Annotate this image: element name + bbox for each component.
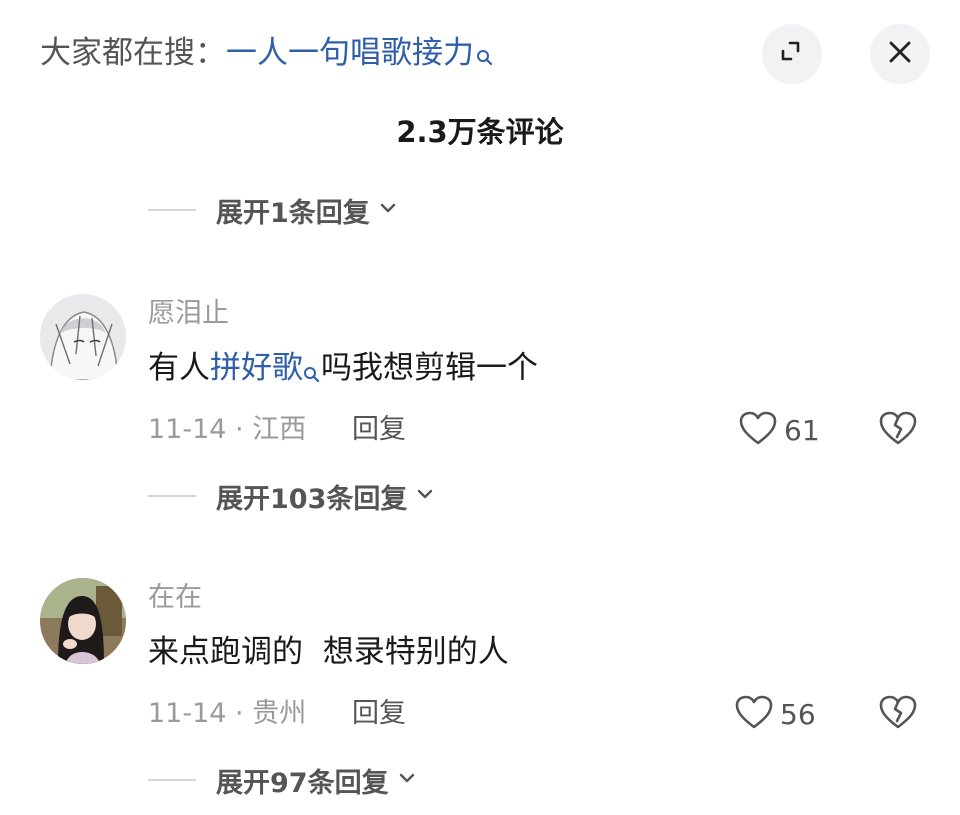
search-suggestion-query[interactable]: 一人一句唱歌接力 — [226, 35, 474, 71]
chevron-down-icon — [415, 484, 435, 508]
like-button[interactable]: 56 — [734, 692, 816, 736]
dislike-button[interactable] — [876, 408, 920, 452]
search-icon — [476, 34, 494, 80]
comment-username[interactable]: 在在 — [148, 578, 202, 618]
expand-button[interactable] — [762, 24, 822, 84]
comment-date-location: 11-14 · 江西 — [148, 414, 307, 445]
comment-item: 在在 来点跑调的 想录特别的人 11-14 · 贵州 回复 56 — [0, 578, 960, 758]
divider-line — [148, 209, 196, 211]
comment-text: 来点跑调的 想录特别的人 — [148, 634, 509, 670]
expand-replies-label: 展开97条回复 — [216, 767, 389, 799]
avatar[interactable] — [40, 578, 126, 664]
divider-line — [148, 495, 196, 497]
expand-replies-button[interactable]: 展开1条回复 — [148, 190, 398, 230]
dislike-button[interactable] — [876, 692, 920, 736]
reply-button[interactable]: 回复 — [352, 694, 406, 734]
comment-count: 2.3万条评论 — [396, 115, 564, 149]
like-count: 56 — [780, 697, 816, 731]
expand-icon — [778, 38, 806, 70]
broken-heart-icon — [878, 694, 918, 734]
search-suggestion[interactable]: 大家都在搜：一人一句唱歌接力 — [40, 30, 494, 80]
like-count: 61 — [784, 413, 820, 447]
chevron-down-icon — [378, 198, 398, 222]
avatar[interactable] — [40, 294, 126, 380]
close-button[interactable] — [870, 24, 930, 84]
comments-header: 大家都在搜：一人一句唱歌接力 — [0, 0, 960, 110]
comment-username[interactable]: 愿泪止 — [148, 294, 229, 334]
comment-text: 有人拼好歌 吗我想剪辑一个 — [148, 344, 538, 398]
comment-item: 愿泪止 有人拼好歌 吗我想剪辑一个 11-14 · 江西 回复 61 — [0, 294, 960, 474]
expand-replies-button[interactable]: 展开103条回复 — [148, 476, 435, 516]
broken-heart-icon — [878, 410, 918, 450]
expand-replies-label: 展开1条回复 — [216, 197, 370, 229]
chevron-down-icon — [397, 768, 417, 792]
like-button[interactable]: 61 — [738, 408, 820, 452]
heart-icon — [738, 410, 778, 450]
reply-button[interactable]: 回复 — [352, 410, 406, 450]
expand-replies-label: 展开103条回复 — [216, 483, 408, 515]
comment-text-part: 吗我想剪辑一个 — [321, 350, 538, 386]
expand-replies-button[interactable]: 展开97条回复 — [148, 760, 417, 800]
comment-text-part: 有人 — [148, 350, 210, 386]
search-icon — [303, 350, 321, 398]
divider-line — [148, 779, 196, 781]
close-icon — [886, 38, 914, 70]
comment-date-location: 11-14 · 贵州 — [148, 698, 307, 729]
comment-search-link[interactable]: 拼好歌 — [210, 350, 303, 386]
heart-icon — [734, 694, 774, 734]
search-suggestion-prefix: 大家都在搜： — [40, 35, 226, 71]
